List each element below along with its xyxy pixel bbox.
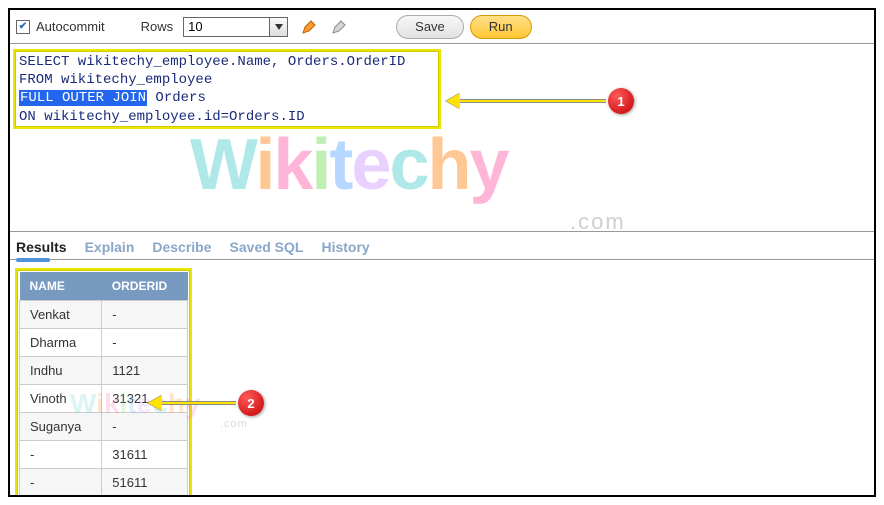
pencil-icon[interactable] [300, 18, 318, 36]
watermark: Wikitechy [190, 124, 508, 206]
table-header-row: NAME ORDERID [20, 272, 188, 301]
results-table: NAME ORDERID Venkat- Dharma- Indhu1121 V… [19, 272, 188, 497]
rows-select[interactable]: 10 [183, 17, 288, 37]
table-row: -51611 [20, 469, 188, 497]
callout-badge-2: 2 [238, 390, 264, 416]
watermark-suffix: .com [570, 209, 626, 235]
results-table-box: NAME ORDERID Venkat- Dharma- Indhu1121 V… [15, 268, 192, 497]
autocommit-label: Autocommit [36, 19, 105, 34]
result-tabs: Results Explain Describe Saved SQL Histo… [10, 232, 874, 260]
table-row: Indhu1121 [20, 357, 188, 385]
sql-line: SELECT wikitechy_employee.Name, Orders.O… [19, 53, 435, 71]
run-button[interactable]: Run [470, 15, 532, 39]
sql-editor[interactable]: SELECT wikitechy_employee.Name, Orders.O… [13, 49, 441, 129]
sql-line: FULL OUTER JOIN Orders [19, 89, 435, 107]
callout-arrow [446, 96, 606, 106]
tab-history[interactable]: History [321, 239, 369, 259]
toolbar: ✔ Autocommit Rows 10 Save Run [10, 10, 874, 44]
tab-results[interactable]: Results [16, 239, 67, 259]
save-button[interactable]: Save [396, 15, 464, 39]
eraser-icon[interactable] [330, 18, 348, 36]
sql-line: ON wikitechy_employee.id=Orders.ID [19, 108, 435, 126]
callout-arrow [148, 398, 236, 408]
col-name: NAME [20, 272, 102, 301]
col-orderid: ORDERID [102, 272, 188, 301]
results-area: Wikitechy .com NAME ORDERID Venkat- Dhar… [10, 260, 874, 496]
app-frame: ✔ Autocommit Rows 10 Save Run SELECT wik… [8, 8, 876, 497]
table-row: Dharma- [20, 329, 188, 357]
tab-explain[interactable]: Explain [85, 239, 135, 259]
sql-editor-area: SELECT wikitechy_employee.Name, Orders.O… [10, 44, 874, 232]
sql-selection: FULL OUTER JOIN [19, 90, 147, 106]
tab-saved-sql[interactable]: Saved SQL [230, 239, 304, 259]
autocommit-checkbox[interactable]: ✔ [16, 20, 30, 34]
tab-describe[interactable]: Describe [152, 239, 211, 259]
watermark-small-suffix: .com [220, 418, 248, 430]
chevron-down-icon[interactable] [269, 18, 287, 36]
callout-badge-1: 1 [608, 88, 634, 114]
rows-value: 10 [188, 19, 202, 34]
table-row: -31611 [20, 441, 188, 469]
table-row: Venkat- [20, 301, 188, 329]
table-row: Suganya- [20, 413, 188, 441]
rows-label: Rows [141, 19, 174, 34]
sql-line: FROM wikitechy_employee [19, 71, 435, 89]
